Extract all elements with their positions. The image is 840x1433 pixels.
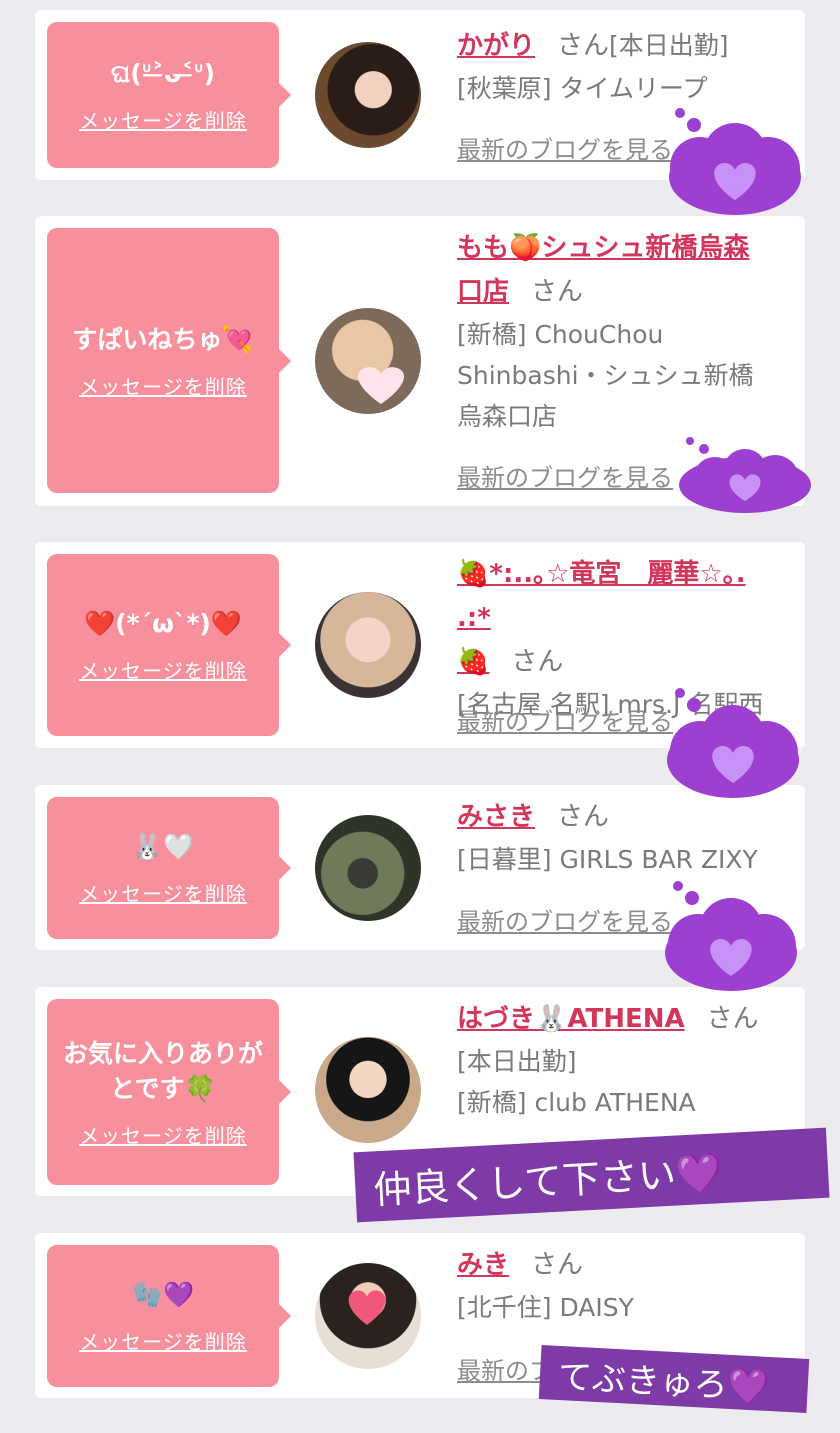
cast-name-link[interactable]: 口店 — [457, 277, 509, 307]
honorific: さん — [511, 647, 564, 677]
heart-sticker-icon — [357, 367, 405, 404]
purple-cloud-heart-icon — [679, 437, 811, 513]
purple-cloud-heart-icon — [665, 881, 797, 991]
message-bubble: ❤️(*´ω`*)❤️ メッセージを削除 — [47, 554, 291, 736]
delete-message-link[interactable]: メッセージを削除 — [79, 1326, 247, 1355]
honorific: さん — [706, 1004, 759, 1034]
honorific: さん — [531, 1250, 584, 1280]
cast-name-link[interactable]: みき — [457, 1250, 509, 1280]
heart-sticker-icon — [348, 1290, 386, 1325]
message-text: とです🍀 — [110, 1073, 216, 1103]
avatar[interactable] — [315, 592, 421, 698]
latest-blog-link[interactable]: 最新のブログを見る — [457, 130, 673, 165]
cast-info: もも🍑シュシュ新橋烏森 口店 さん [新橋] ChouChou Shinbashi… — [457, 226, 785, 437]
avatar[interactable] — [315, 815, 421, 921]
latest-blog-link[interactable]: 最新のブログを見る — [457, 702, 673, 737]
honorific: さん — [557, 31, 610, 61]
message-text: お気に入りありが — [62, 1038, 263, 1068]
delete-message-link[interactable]: メッセージを削除 — [79, 371, 247, 400]
purple-cloud-heart-icon — [667, 688, 799, 798]
cast-info: みさき さん [日暮里] GIRLS BAR ZIXY — [457, 795, 785, 880]
shop-text: [秋葉原] タイムリープ — [457, 74, 708, 103]
cast-info: はづき🐰ATHENA さん [本日出勤] [新橋] club ATHENA — [457, 997, 785, 1123]
delete-message-link[interactable]: メッセージを削除 — [79, 105, 247, 134]
shop-text: Shinbashi・シュシュ新橋 — [457, 361, 754, 390]
shop-text: [日暮里] GIRLS BAR ZIXY — [457, 845, 758, 874]
latest-blog-link[interactable]: 最新のブログを見る — [457, 458, 673, 493]
delete-message-link[interactable]: メッセージを削除 — [79, 878, 247, 907]
shop-text: [北千住] DAISY — [457, 1293, 634, 1322]
shop-text: 烏森口店 — [457, 402, 558, 431]
avatar[interactable] — [315, 308, 421, 414]
delete-message-link[interactable]: メッセージを削除 — [79, 655, 247, 684]
shop-text: [新橋] club ATHENA — [457, 1088, 696, 1117]
message-bubble: ଘ(ᐡ˃̶ᴗ˂̶ᐡ) メッセージを削除 — [47, 22, 291, 168]
avatar[interactable] — [315, 42, 421, 148]
sticker-text: 仲良くして下さい💜 — [372, 1149, 725, 1212]
avatar[interactable] — [315, 1263, 421, 1369]
latest-blog-link[interactable]: 最新のブログを見る — [457, 902, 673, 937]
cast-name-link[interactable]: はづき🐰ATHENA — [457, 1004, 685, 1034]
cast-name-link[interactable]: 🍓*:..｡☆竜宮 麗華☆｡. .:* — [457, 559, 746, 633]
message-text: ଘ(ᐡ˃̶ᴗ˂̶ᐡ) — [110, 59, 216, 88]
cast-info: みき さん [北千住] DAISY — [457, 1243, 785, 1328]
honorific: さん — [557, 802, 610, 832]
cast-name-link[interactable]: みさき — [457, 802, 535, 832]
message-bubble: 🐰🤍 メッセージを削除 — [47, 797, 291, 939]
cast-name-link[interactable]: 🍓 — [457, 647, 489, 677]
sticker-text: てぶきゅろ💜 — [556, 1356, 772, 1408]
message-bubble: 🧤💜 メッセージを削除 — [47, 1245, 291, 1387]
honorific: さん — [531, 277, 584, 307]
message-text: 🧤💜 — [131, 1280, 195, 1309]
shop-text: [新橋] ChouChou — [457, 320, 664, 349]
message-bubble: すぱいねちゅ💘 メッセージを削除 — [47, 228, 291, 493]
cast-info: かがり さん[本日出勤] [秋葉原] タイムリープ — [457, 24, 785, 109]
cast-name-link[interactable]: もも🍑シュシュ新橋烏森 — [457, 233, 749, 263]
message-text: すぱいねちゅ💘 — [72, 324, 254, 354]
status-text: [本日出勤] — [609, 31, 729, 60]
status-text: [本日出勤] — [457, 1047, 577, 1076]
message-text: ❤️(*´ω`*)❤️ — [84, 609, 242, 638]
delete-message-link[interactable]: メッセージを削除 — [79, 1120, 247, 1149]
avatar[interactable] — [315, 1037, 421, 1143]
purple-cloud-heart-icon — [669, 108, 801, 215]
cast-name-link[interactable]: かがり — [457, 31, 535, 61]
message-bubble: お気に入りありが とです🍀 メッセージを削除 — [47, 999, 291, 1185]
message-text: 🐰🤍 — [131, 832, 195, 861]
